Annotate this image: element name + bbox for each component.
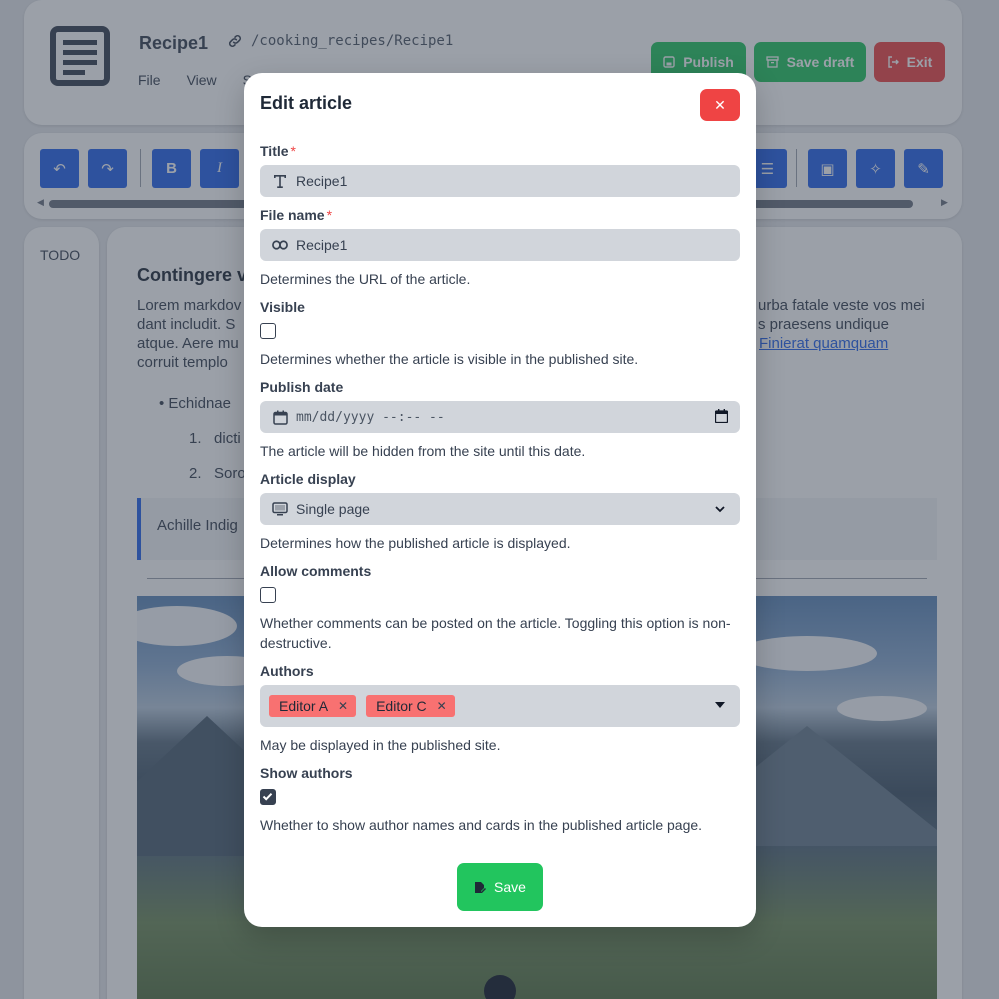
show-authors-checkbox[interactable]	[260, 789, 276, 805]
show-authors-label: Show authors	[260, 765, 353, 781]
author-tag: Editor A ✕	[269, 695, 357, 717]
save-file-icon	[475, 881, 487, 893]
modal-close-button[interactable]: ✕	[700, 89, 740, 121]
article-display-value: Single page	[296, 501, 370, 517]
author-tag-label: Editor C	[376, 698, 427, 714]
visible-help: Determines whether the article is visibl…	[260, 351, 639, 367]
text-icon	[272, 174, 288, 188]
required-asterisk: *	[326, 207, 333, 223]
monitor-icon	[272, 502, 288, 516]
calendar-icon	[272, 410, 288, 425]
authors-multiselect[interactable]: Editor A ✕ Editor C ✕	[260, 685, 740, 727]
caret-down-icon[interactable]	[715, 702, 725, 708]
filename-input-value: Recipe1	[296, 237, 348, 253]
publish-date-input[interactable]: mm/dd/yyyy --:-- --	[260, 401, 740, 433]
authors-label: Authors	[260, 663, 314, 679]
checkmark-icon	[262, 793, 273, 801]
publish-date-help: The article will be hidden from the site…	[260, 443, 586, 459]
article-display-help: Determines how the published article is …	[260, 535, 571, 551]
article-display-select[interactable]: Single page	[260, 493, 740, 525]
close-icon: ✕	[714, 96, 726, 113]
allow-comments-checkbox[interactable]	[260, 587, 276, 603]
author-tag-label: Editor A	[279, 698, 329, 714]
visible-checkbox[interactable]	[260, 323, 276, 339]
edit-article-modal: Edit article ✕ Title * Recipe1 File name *…	[244, 73, 756, 927]
title-input[interactable]: Recipe1	[260, 165, 740, 197]
required-asterisk: *	[290, 143, 296, 159]
filename-help: Determines the URL of the article.	[260, 271, 471, 287]
allow-comments-label: Allow comments	[260, 563, 372, 579]
publish-date-label: Publish date	[260, 379, 344, 395]
save-button[interactable]: Save	[457, 863, 543, 911]
allow-comments-help: Whether comments can be posted on the ar…	[260, 615, 731, 651]
article-display-label: Article display	[260, 471, 356, 487]
publish-date-placeholder: mm/dd/yyyy --:-- --	[296, 409, 445, 425]
remove-tag-icon[interactable]: ✕	[338, 699, 348, 713]
title-input-value: Recipe1	[296, 173, 348, 189]
title-label: Title *	[260, 143, 296, 159]
chevron-down-icon	[714, 502, 726, 518]
filename-label-text: File name	[260, 207, 325, 223]
filename-input[interactable]: Recipe1	[260, 229, 740, 261]
title-label-text: Title	[260, 143, 289, 159]
filename-label: File name *	[260, 207, 332, 223]
authors-help: May be displayed in the published site.	[260, 737, 501, 753]
save-label: Save	[494, 879, 526, 895]
visible-label: Visible	[260, 299, 305, 315]
link-icon	[272, 240, 288, 250]
remove-tag-icon[interactable]: ✕	[437, 699, 447, 713]
author-tag: Editor C ✕	[366, 695, 455, 717]
calendar-picker-icon[interactable]	[714, 409, 729, 427]
modal-title: Edit article	[260, 93, 353, 113]
show-authors-help: Whether to show author names and cards i…	[260, 817, 703, 833]
